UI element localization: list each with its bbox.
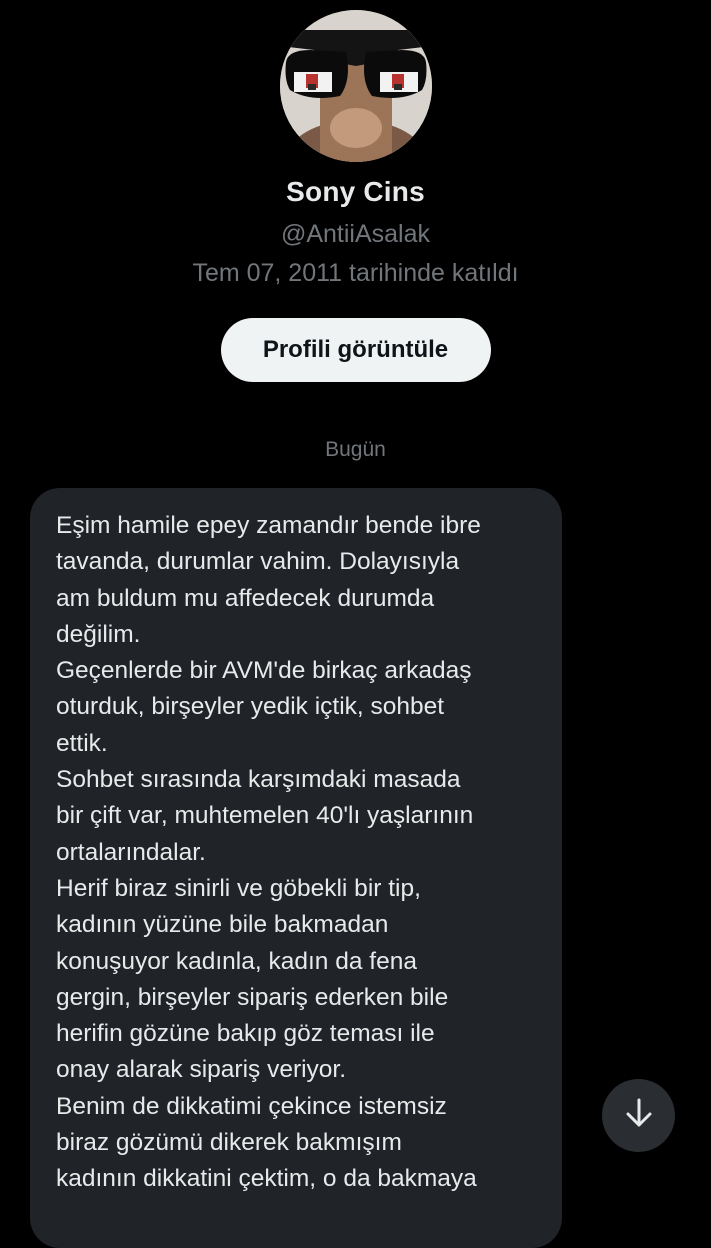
profile-handle: @AntiiAsalak	[280, 220, 431, 248]
message-line: Eşim hamile epey zamandır bende ibre	[56, 512, 481, 539]
message-bubble[interactable]: Eşim hamile epey zamandır bende ibre tava…	[30, 488, 562, 1248]
message-line: kadının dikkatini çektim, o da bakmaya	[56, 1165, 477, 1193]
message-line: kadının yüzüne bile bakmadan	[56, 911, 389, 939]
message-text: Eşim hamile epey zamandır bende ibre tava…	[56, 508, 536, 1198]
message-line: am buldum mu affedecek durumda	[56, 584, 435, 612]
message-line: Herif biraz sinirli ve göbekli bir tip,	[56, 874, 421, 902]
message-line: herifin gözüne bakıp göz teması ile	[56, 1020, 435, 1048]
message-line: ettik.	[56, 729, 108, 757]
message-line: oturduk, birşeyler yedik içtik, sohbet	[56, 693, 445, 721]
message-line: biraz gözümü dikerek bakmışım	[56, 1129, 402, 1157]
profile-joined-date: Tem 07, 2011 tarihinde katıldı	[192, 259, 519, 287]
message-line: Sohbet sırasında karşımdaki masada	[56, 766, 461, 794]
message-line: Geçenlerde bir AVM'de birkaç arkadaş	[56, 657, 472, 685]
scroll-down-button[interactable]	[602, 1079, 675, 1152]
message-line: Benim de dikkatimi çekince istemsiz	[56, 1092, 447, 1120]
arrow-down-icon	[624, 1097, 654, 1134]
message-line: bir çift var, muhtemelen 40'lı yaşlarını…	[56, 802, 474, 830]
profile-name: Sony Cins	[286, 176, 425, 207]
message-line: onay alarak sipariş veriyor.	[56, 1056, 347, 1084]
date-separator: Bugün	[325, 438, 386, 461]
message-line: gergin, birşeyler sipariş ederken bile	[56, 983, 449, 1011]
message-line: değilim.	[56, 620, 141, 648]
message-line: ortalarındalar.	[56, 838, 206, 866]
message-line: konuşuyor kadınla, kadın da fena	[56, 947, 417, 975]
message-line: tavanda, durumlar vahim. Dolayısıyla	[56, 548, 460, 576]
avatar[interactable]	[279, 10, 432, 162]
avatar-image	[279, 10, 432, 162]
profile-header: Sony Cins @AntiiAsalak Tem 07, 2011 tari…	[0, 0, 711, 382]
view-profile-button[interactable]: Profili görüntüle	[220, 318, 491, 382]
